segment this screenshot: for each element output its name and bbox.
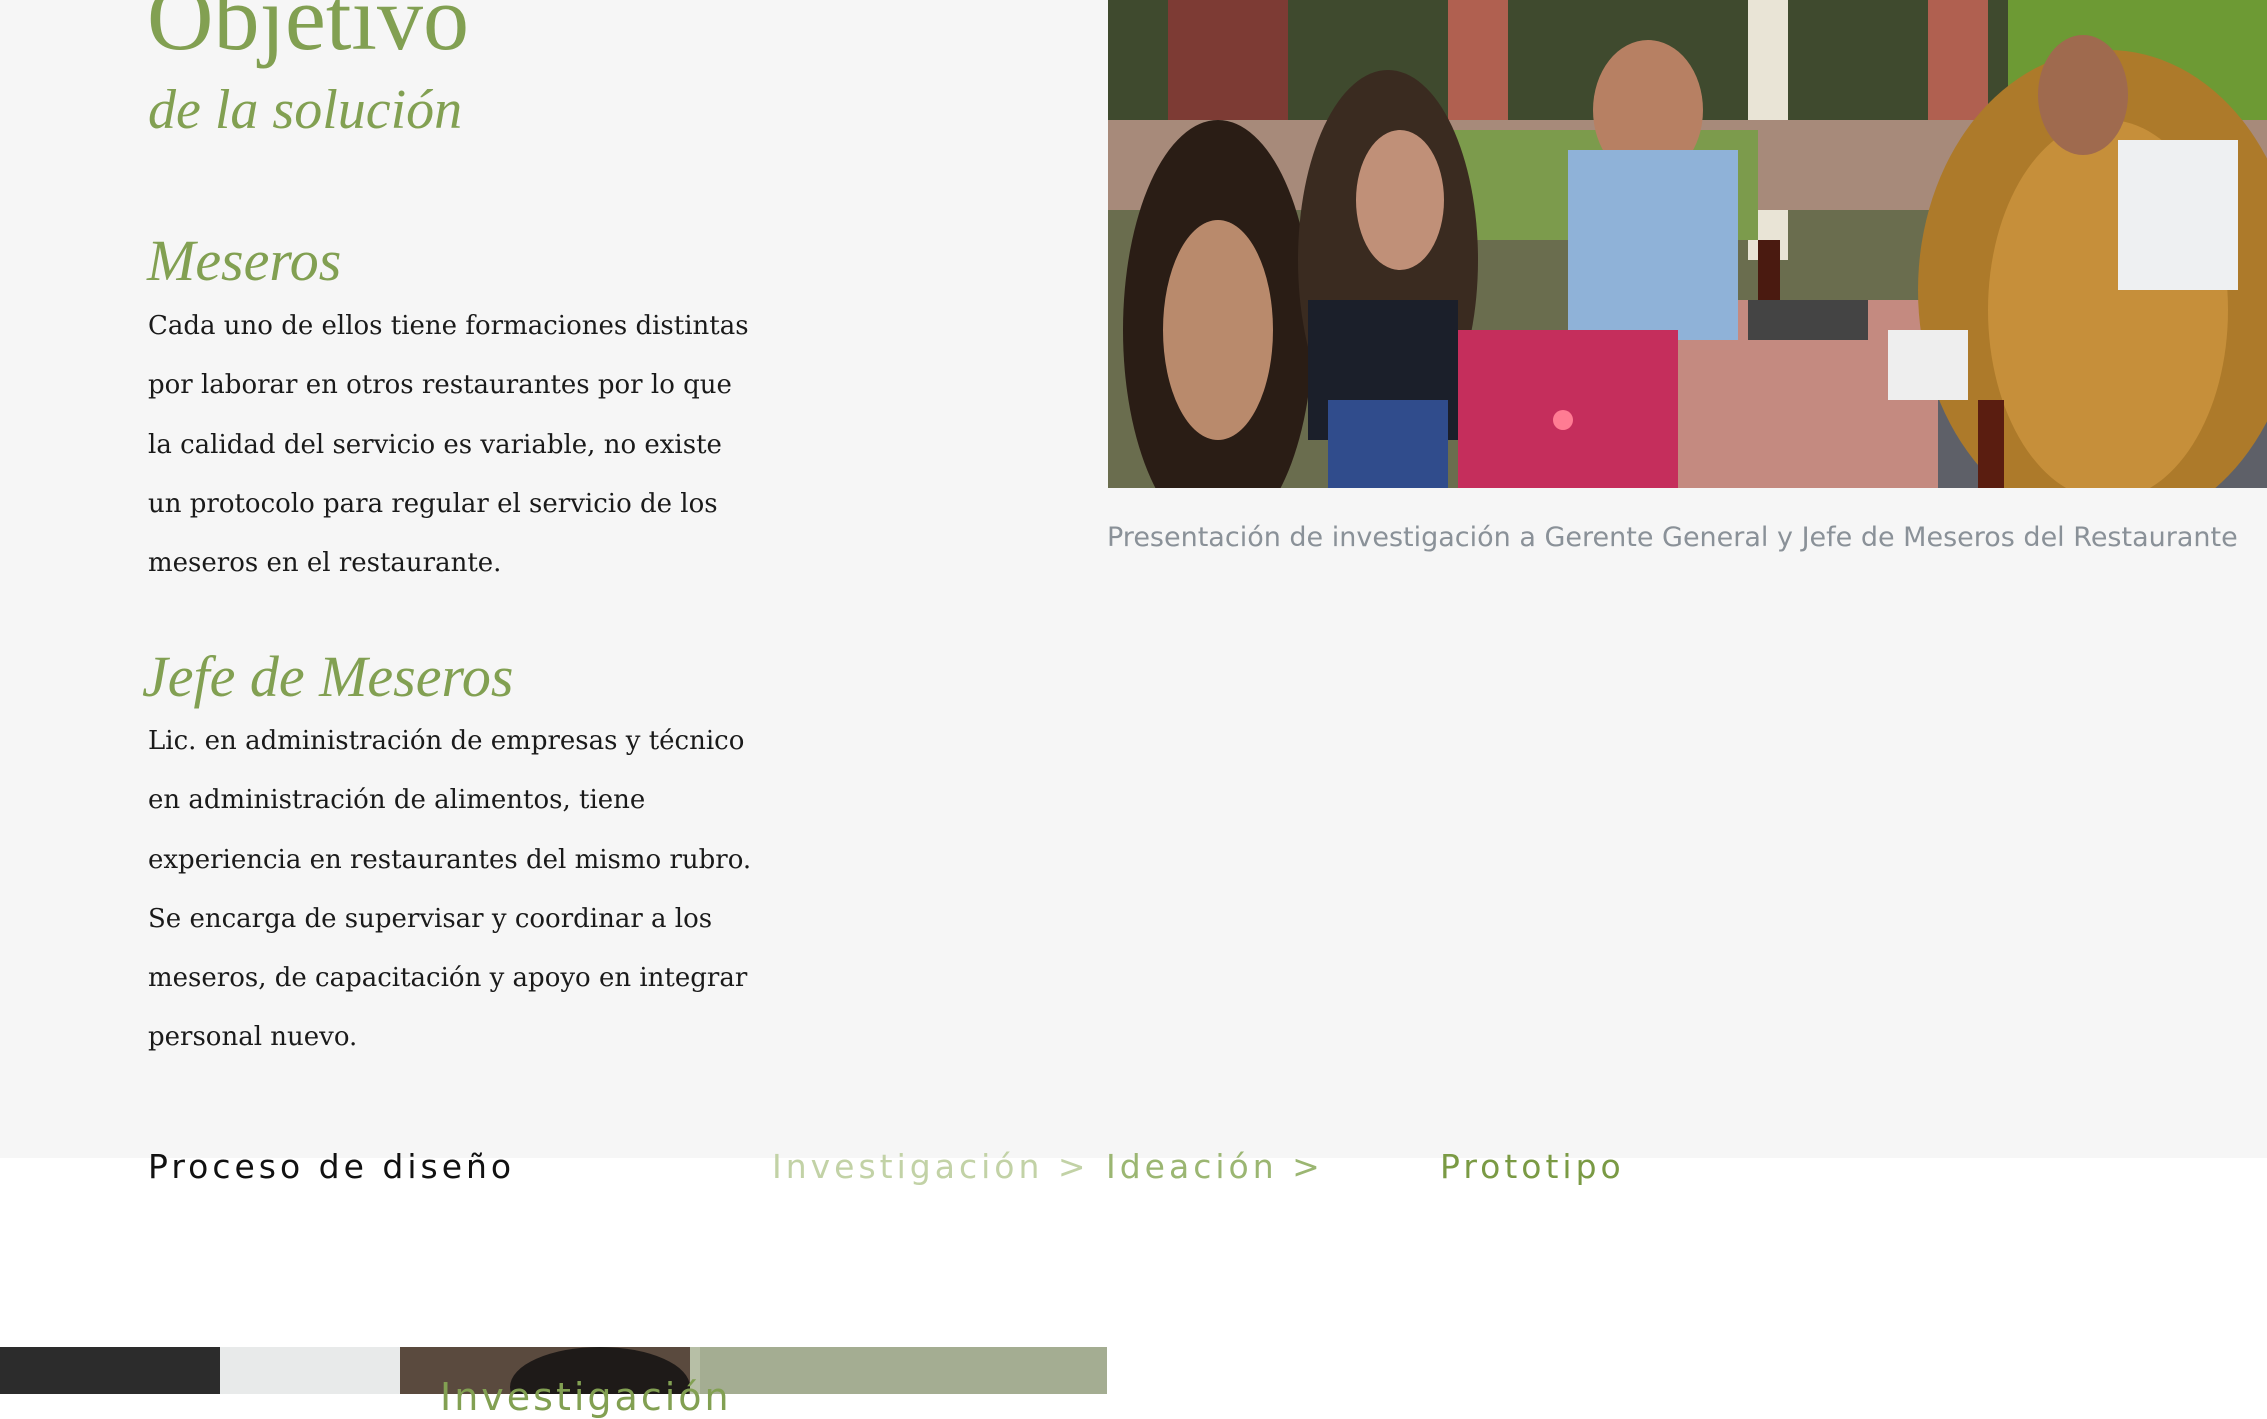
objective-subtitle: de la solución	[148, 79, 463, 141]
investigation-section-title: Investigación	[440, 1375, 732, 1419]
research-presentation-photo	[1108, 0, 2267, 488]
objective-section: Objetivo de la solución Meseros Cada uno…	[0, 0, 2267, 1158]
meseros-description: Cada uno de ellos tiene formaciones dist…	[148, 311, 749, 579]
process-step-ideation[interactable]: Ideación >	[1106, 1150, 1324, 1183]
process-step-prototype[interactable]: Prototipo	[1440, 1150, 1625, 1183]
meseros-title: Meseros	[147, 228, 342, 293]
design-process-title: Proceso de diseño	[148, 1147, 516, 1186]
jefe-description: Lic. en administración de empresas y téc…	[148, 726, 752, 1053]
objective-title: Objetivo	[147, 0, 469, 69]
photo-caption: Presentación de investigación a Gerente …	[1107, 522, 2238, 553]
process-step-investigation[interactable]: Investigación >	[772, 1150, 1090, 1183]
jefe-title: Jefe de Meseros	[142, 644, 514, 709]
